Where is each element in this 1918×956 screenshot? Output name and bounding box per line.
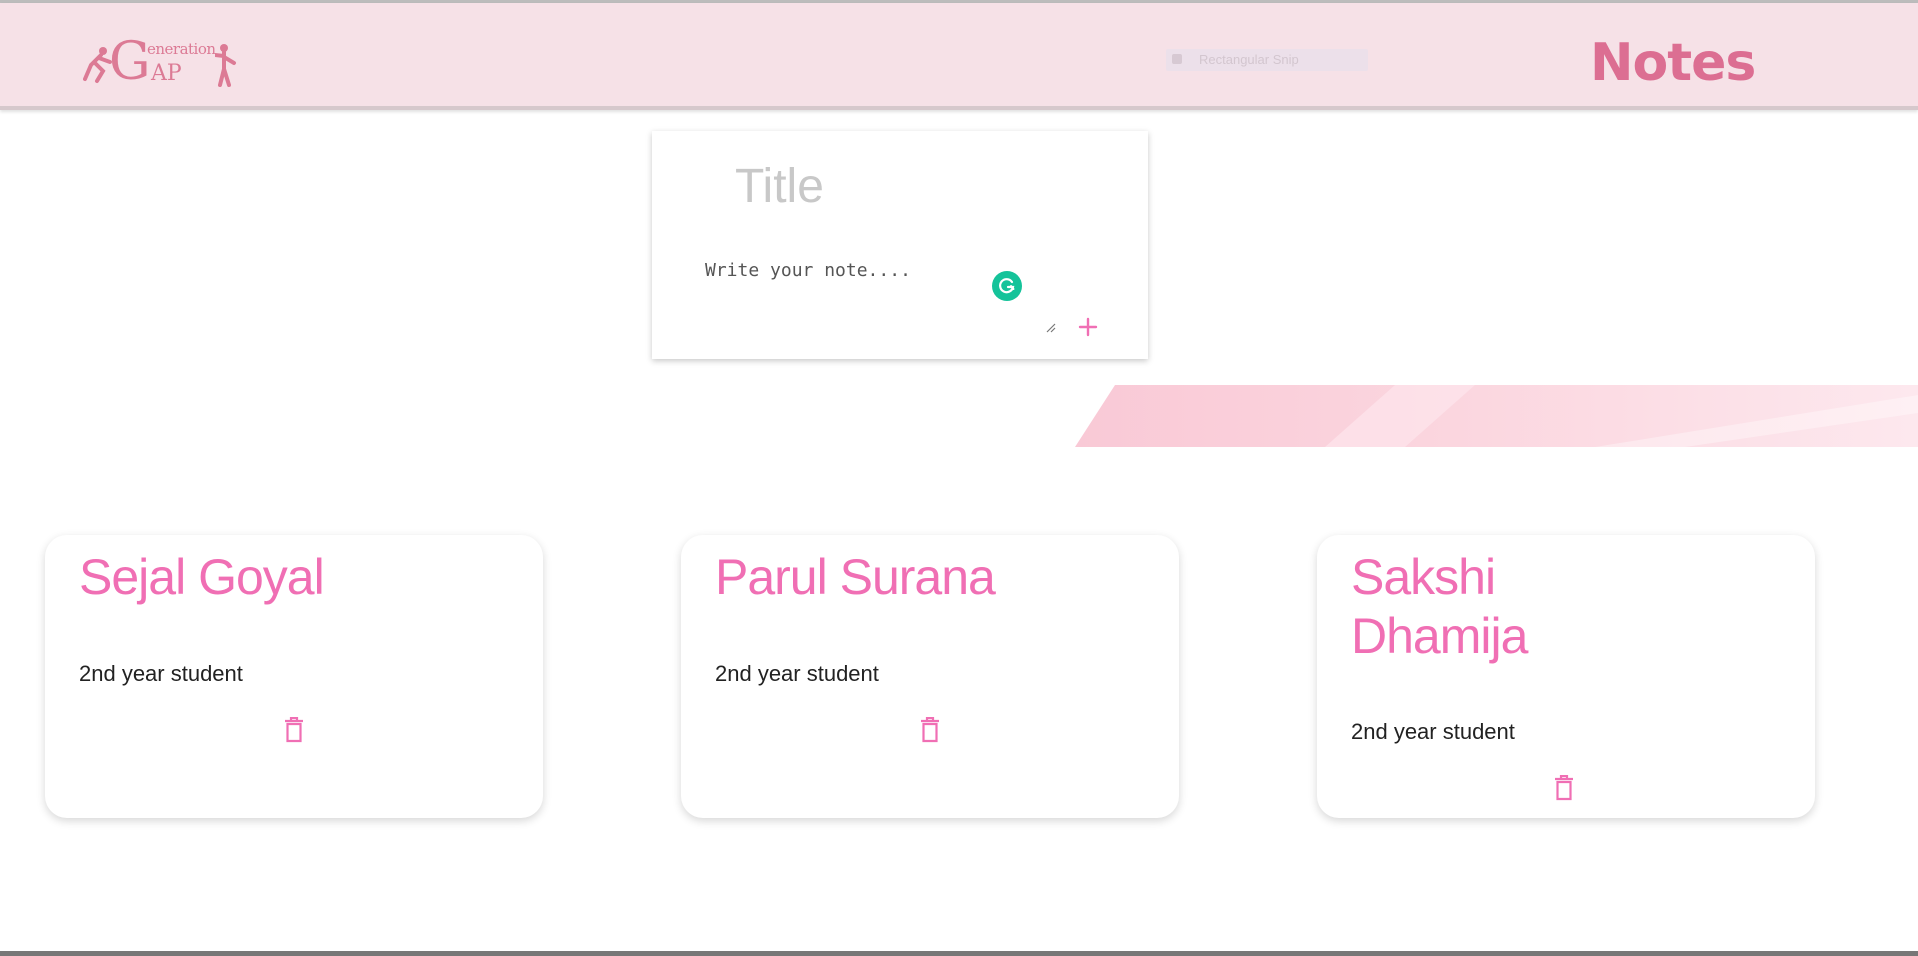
snip-icon: [1172, 54, 1182, 64]
note-title: Sejal Goyal: [79, 549, 325, 605]
logo-text-eneration: eneration: [147, 40, 216, 58]
trash-icon: [1555, 775, 1573, 801]
delete-note-button[interactable]: [1551, 773, 1577, 803]
resize-grip-icon[interactable]: [1044, 321, 1056, 333]
trash-icon: [285, 717, 303, 743]
note-title-input[interactable]: [735, 155, 1035, 217]
note-card: Sakshi Dhamija 2nd year student: [1317, 535, 1815, 818]
window-bottom-border: [0, 951, 1918, 956]
note-card: Sejal Goyal 2nd year student: [45, 535, 543, 818]
app-header: G eneration AP Rectangular Snip Notes: [0, 3, 1918, 110]
plus-icon: [1078, 317, 1098, 337]
logo-letter-g: G: [109, 32, 151, 92]
standing-figure-icon: [215, 44, 236, 87]
note-content: 2nd year student: [79, 661, 243, 686]
delete-note-button[interactable]: [917, 715, 943, 745]
logo-text-ap: AP: [151, 61, 182, 86]
add-note-button[interactable]: [1075, 314, 1101, 340]
grammarly-g-icon: [999, 278, 1015, 294]
note-content: 2nd year student: [1351, 719, 1515, 744]
decorative-pink-banner: [1075, 385, 1918, 447]
create-note-form: [652, 131, 1148, 359]
page-title: Notes: [1590, 33, 1756, 93]
trash-icon: [921, 717, 939, 743]
note-title: Sakshi Dhamija: [1351, 549, 1528, 664]
snip-label: Rectangular Snip: [1199, 52, 1299, 67]
note-content: 2nd year student: [715, 661, 879, 686]
delete-note-button[interactable]: [281, 715, 307, 745]
generation-gap-logo[interactable]: G eneration AP: [83, 32, 237, 92]
note-card: Parul Surana 2nd year student: [681, 535, 1179, 818]
grammarly-icon[interactable]: [992, 271, 1022, 301]
rectangular-snip-overlay[interactable]: Rectangular Snip: [1166, 49, 1368, 71]
note-title: Parul Surana: [715, 549, 996, 605]
